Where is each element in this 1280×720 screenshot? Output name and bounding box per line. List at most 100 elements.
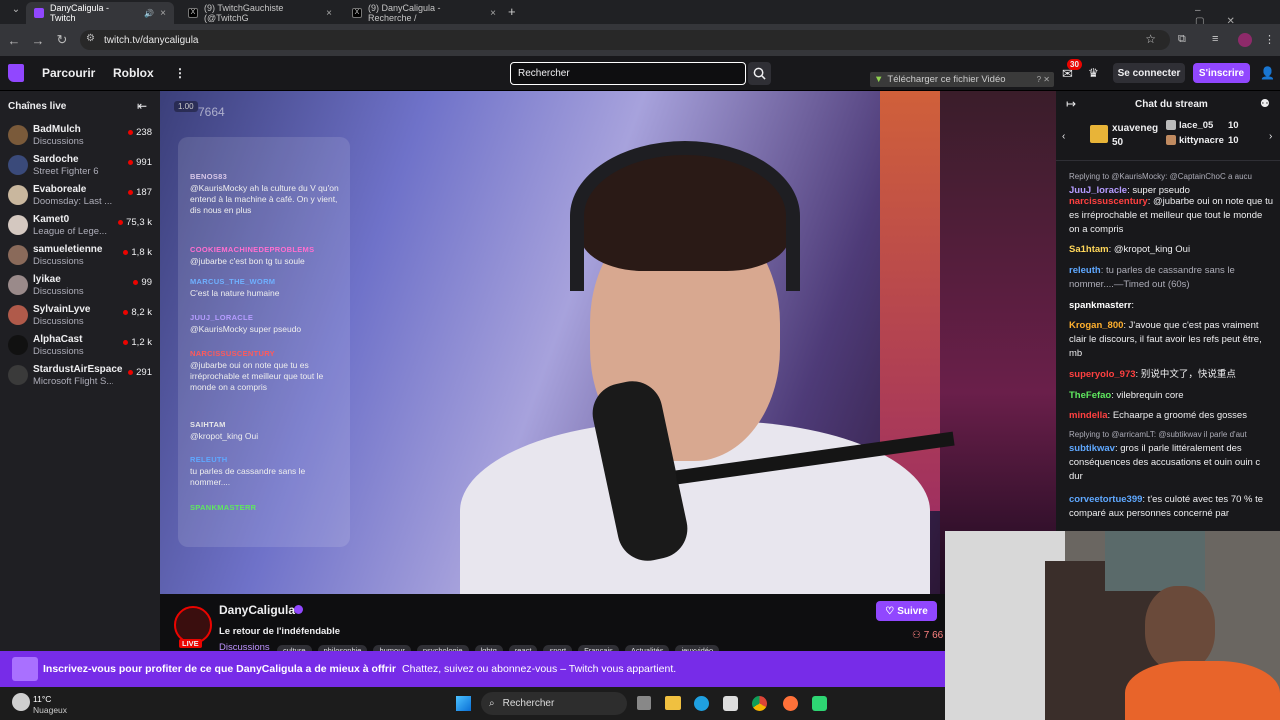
- channel-game: Discussions: [33, 256, 84, 267]
- signup-button[interactable]: S'inscrire: [1193, 63, 1250, 83]
- chat-title: Chat du stream: [1135, 99, 1208, 110]
- chat-username[interactable]: releuth: [1069, 265, 1101, 276]
- windows-start-icon[interactable]: [456, 696, 471, 711]
- chat-username[interactable]: spankmasterr: [1069, 300, 1131, 311]
- chat-username[interactable]: Sa1htam: [1069, 244, 1109, 255]
- browser-menu-icon[interactable]: ⋮: [1264, 33, 1275, 46]
- app-icon[interactable]: [812, 696, 827, 711]
- bookmark-star-icon[interactable]: ☆: [1145, 32, 1156, 46]
- browse-link[interactable]: Parcourir: [42, 66, 95, 80]
- collapse-chat-icon[interactable]: ↦: [1066, 97, 1076, 111]
- stream-title: Le retour de l'indéfendable: [219, 626, 341, 637]
- media-control-icon[interactable]: ≡: [1212, 33, 1218, 45]
- close-tab-icon[interactable]: ×: [326, 8, 332, 19]
- chat-text: :: [1131, 300, 1134, 311]
- browser-tab-2[interactable]: X (9) TwitchGauchiste (@TwitchG ×: [180, 2, 340, 24]
- prev-arrow-icon[interactable]: ‹: [1062, 131, 1065, 142]
- overlay-chat-user: NARCISSUSCENTURY: [190, 349, 275, 358]
- back-arrow-icon[interactable]: ←: [2, 33, 26, 48]
- sidebar-channel[interactable]: Kamet0 League of Lege... 75,3 k: [0, 211, 160, 241]
- store-icon[interactable]: [723, 696, 738, 711]
- site-info-icon[interactable]: ⚙: [86, 33, 95, 44]
- chat-username[interactable]: corveetortue399: [1069, 494, 1142, 505]
- chat-users-icon[interactable]: ⚉: [1260, 97, 1270, 110]
- edge-icon[interactable]: [694, 696, 709, 711]
- url-bar[interactable]: ⚙ twitch.tv/danycaligula ☆: [80, 30, 1170, 50]
- channel-name: lyikae: [33, 274, 61, 285]
- chat-message: narcissuscentury: @jubarbe oui on note q…: [1069, 195, 1274, 237]
- chat-username[interactable]: superyolo_973: [1069, 369, 1136, 380]
- twitch-logo-icon[interactable]: [8, 64, 24, 82]
- follow-button[interactable]: ♡ Suivre: [876, 601, 937, 621]
- heart-icon: ♡: [885, 605, 895, 617]
- next-arrow-icon[interactable]: ›: [1269, 131, 1272, 142]
- chat-username[interactable]: subtikwav: [1069, 443, 1115, 454]
- prime-crown-icon[interactable]: ♛: [1088, 66, 1099, 80]
- channel-game: Discussions: [33, 286, 84, 297]
- chrome-icon[interactable]: [752, 696, 767, 711]
- profile-avatar[interactable]: [1238, 33, 1252, 47]
- overlay-chat-user: BENOS83: [190, 172, 228, 181]
- sidebar-channel[interactable]: samueletienne Discussions 1,8 k: [0, 241, 160, 271]
- viewer-count: ⚇ 7 66: [912, 630, 943, 641]
- sidebar-channel[interactable]: StardustAirEspace Microsoft Flight S... …: [0, 361, 160, 391]
- gifter-count: 10: [1228, 120, 1239, 131]
- taskbar-search[interactable]: ⌕ Rechercher: [481, 692, 627, 715]
- login-button[interactable]: Se connecter: [1113, 63, 1185, 83]
- sidebar-channel[interactable]: SylvainLyve Discussions 8,2 k: [0, 301, 160, 331]
- chat-message: spankmasterr:: [1069, 299, 1274, 313]
- chat-message: superyolo_973: 别说中文了，快说重点: [1069, 368, 1274, 382]
- browser-tab-3[interactable]: X (9) DanyCaligula - Recherche / ×: [344, 2, 504, 24]
- channel-avatar: [8, 245, 28, 265]
- streamer-name[interactable]: DanyCaligula: [219, 603, 295, 617]
- file-explorer-icon[interactable]: [665, 696, 681, 710]
- task-view-icon[interactable]: [637, 696, 651, 710]
- collapse-sidebar-icon[interactable]: ⇤: [137, 99, 147, 113]
- more-menu-icon[interactable]: ⋮: [174, 66, 186, 80]
- channel-viewers: 1,2 k: [123, 337, 152, 348]
- sidebar-channel[interactable]: lyikae Discussions 99: [0, 271, 160, 301]
- gift-leaderboard: ‹ xuaveneg 50 lace_05 10 kittynacre 10 ›: [1056, 115, 1280, 161]
- channel-game: Microsoft Flight S...: [33, 376, 113, 387]
- sidebar-channel[interactable]: AlphaCast Discussions 1,2 k: [0, 331, 160, 361]
- channel-avatar: [8, 185, 28, 205]
- chat-username[interactable]: narcissuscentury: [1069, 196, 1148, 207]
- user-menu-icon[interactable]: 👤: [1260, 66, 1275, 80]
- sidebar-channel[interactable]: Evaboreale Doomsday: Last ... 187: [0, 181, 160, 211]
- signup-banner[interactable]: Inscrivez-vous pour profiter de ce que D…: [0, 651, 945, 687]
- firefox-icon[interactable]: [783, 696, 798, 711]
- chat-username[interactable]: Krogan_800: [1069, 320, 1123, 331]
- browser-tab-1[interactable]: DanyCaligula - Twitch 🔊 ×: [26, 2, 174, 24]
- sidebar-channel[interactable]: BadMulch Discussions 238: [0, 121, 160, 151]
- sidebar-channel[interactable]: Sardoche Street Fighter 6 991: [0, 151, 160, 181]
- gift-icon: [1090, 125, 1108, 143]
- close-icon[interactable]: ? ✕: [1037, 75, 1054, 84]
- chat-message: Krogan_800: J'avoue que c'est pas vraime…: [1069, 319, 1274, 361]
- reload-icon[interactable]: ↻: [50, 32, 74, 48]
- weather-icon[interactable]: [12, 693, 30, 711]
- speaker-icon[interactable]: 🔊: [144, 9, 154, 18]
- live-dot-icon: [128, 130, 134, 135]
- overlay-chat-user: SPANKMASTERR: [190, 503, 257, 512]
- search-button[interactable]: [748, 62, 771, 85]
- chat-username[interactable]: TheFefao: [1069, 390, 1111, 401]
- close-tab-icon[interactable]: ×: [490, 8, 496, 19]
- webcam-person-shirt: [1125, 661, 1280, 720]
- tab-list-chevron-icon[interactable]: ⌄: [4, 4, 28, 15]
- channel-viewers: 99: [133, 277, 152, 288]
- close-tab-icon[interactable]: ×: [160, 8, 166, 19]
- chat-username[interactable]: mindella: [1069, 410, 1108, 421]
- download-video-button[interactable]: ▼ Télécharger ce fichier Vidéo ? ✕: [870, 72, 1054, 87]
- tab-title: (9) TwitchGauchiste (@TwitchG: [204, 3, 284, 23]
- live-dot-icon: [128, 370, 134, 375]
- new-tab-button[interactable]: +: [508, 4, 516, 19]
- chat-message: corveetortue399: t'es culoté avec tes 70…: [1069, 493, 1274, 521]
- channel-name: AlphaCast: [33, 334, 83, 345]
- extensions-icon[interactable]: ⧉: [1178, 33, 1186, 46]
- banner-heading: Inscrivez-vous pour profiter de ce que D…: [43, 663, 397, 675]
- taskbar-search-label: Rechercher: [502, 698, 555, 709]
- search-input[interactable]: Rechercher: [510, 62, 746, 85]
- forward-arrow-icon[interactable]: →: [26, 33, 50, 48]
- viewer-count-value: 7 66: [923, 630, 944, 641]
- roblox-link[interactable]: Roblox: [113, 66, 154, 80]
